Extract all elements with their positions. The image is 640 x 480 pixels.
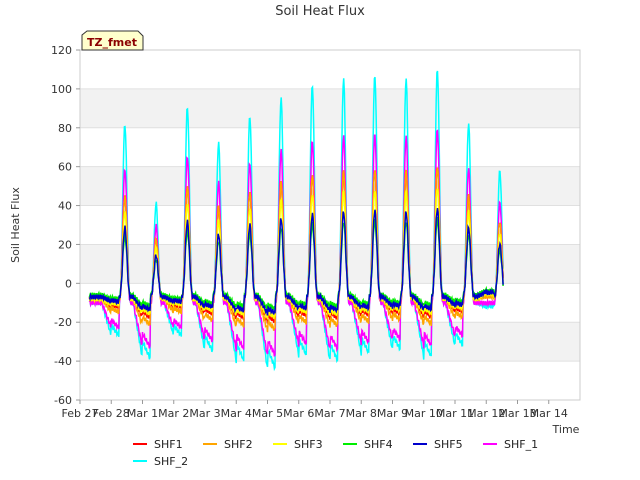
y-tick-label: 120 [51,44,72,57]
y-tick-label: -40 [54,355,72,368]
chart-title: Soil Heat Flux [275,4,365,19]
x-tick-label: Mar 1 [127,407,158,420]
x-tick-label: Mar 14 [530,407,568,420]
site-badge-text: TZ_fmet [87,36,137,49]
x-tick-label: Mar 2 [158,407,189,420]
y-tick-label: -20 [54,316,72,329]
x-tick-label: Mar 4 [221,407,252,420]
soil-heat-flux-chart: -60-40-20020406080100120 Feb 27Feb 28Mar… [0,0,640,480]
x-tick-label: Mar 8 [346,407,377,420]
legend-label: SHF3 [294,438,323,451]
y-tick-label: 100 [51,83,72,96]
x-tick-label: Mar 5 [252,407,283,420]
y-tick-label: 60 [58,161,72,174]
x-tick-label: Mar 6 [283,407,314,420]
plot-band [80,127,580,167]
plot-band [80,88,580,128]
y-tick-label: 0 [65,277,72,290]
x-axis-title: Time [552,423,580,436]
x-tick-label: Feb 28 [93,407,130,420]
plot-band [80,166,580,206]
legend-label: SHF_1 [504,438,538,451]
plot-band [80,50,580,89]
y-axis-title: Soil Heat Flux [9,187,22,263]
y-tick-label: 40 [58,200,72,213]
plot-band [80,361,580,400]
legend-label: SHF_2 [154,455,188,468]
legend-label: SHF4 [364,438,393,451]
legend-label: SHF1 [154,438,183,451]
x-tick-label: Mar 9 [377,407,408,420]
legend-label: SHF2 [224,438,253,451]
y-tick-label: -60 [54,394,72,407]
x-tick-label: Mar 7 [314,407,345,420]
y-tick-label: 80 [58,122,72,135]
legend-label: SHF5 [434,438,463,451]
x-tick-label: Mar 3 [189,407,220,420]
y-tick-label: 20 [58,238,72,251]
site-badge: TZ_fmet [81,30,144,51]
